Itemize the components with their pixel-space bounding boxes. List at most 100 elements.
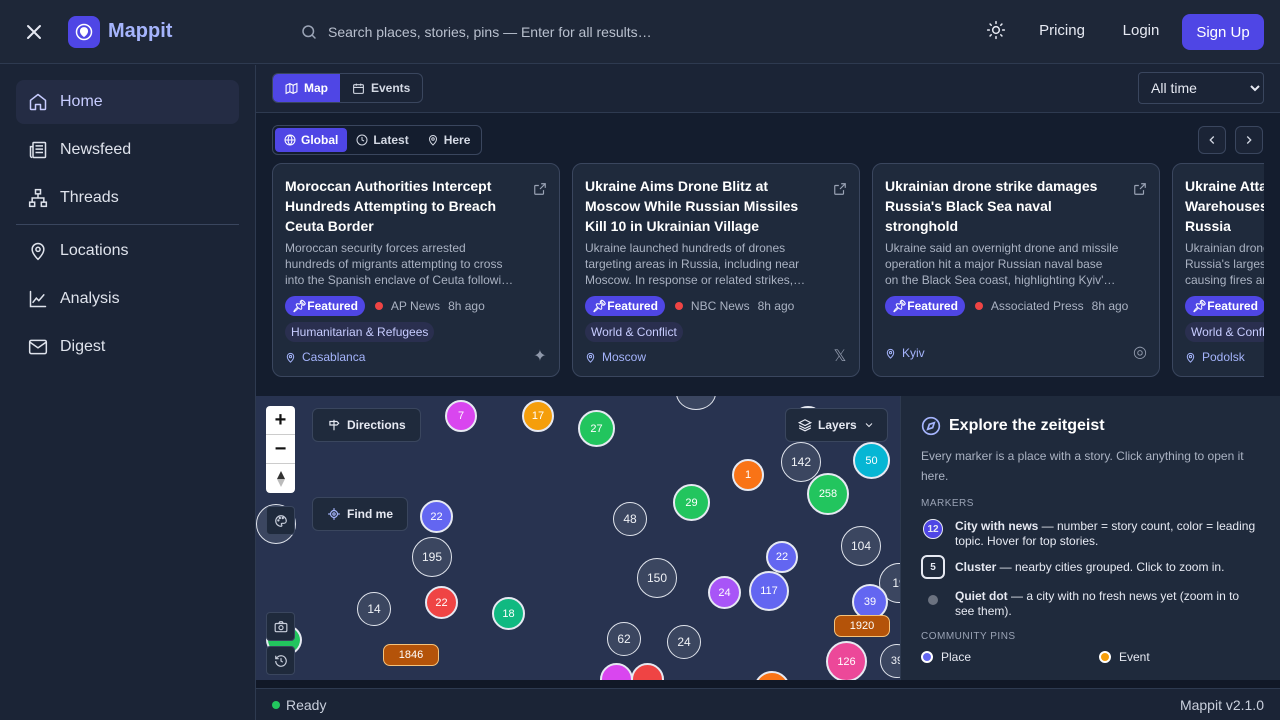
logo-icon[interactable] xyxy=(68,16,100,48)
news-carousel: Global Latest Here Moroccan Authorities … xyxy=(256,113,1280,396)
card-location[interactable]: Podolsk xyxy=(1185,350,1245,364)
scope-global[interactable]: Global xyxy=(275,128,348,152)
map-city-marker[interactable]: 27 xyxy=(578,410,615,447)
sidebar-item-threads[interactable]: Threads xyxy=(16,176,239,220)
map-city-marker[interactable]: 29 xyxy=(673,484,710,521)
card-location[interactable]: Moscow xyxy=(585,350,646,364)
compass-icon[interactable] xyxy=(266,464,295,493)
search-bar[interactable] xyxy=(300,20,820,44)
sidebar-item-analysis[interactable]: Analysis xyxy=(16,277,239,321)
map-city-marker[interactable]: 1 xyxy=(732,459,764,491)
map-cluster-marker[interactable]: 24 xyxy=(667,625,701,659)
topic-tag[interactable]: Humanitarian & Refugees xyxy=(285,322,435,342)
card-location[interactable]: Kyiv xyxy=(885,346,925,360)
pin-place: Place xyxy=(921,650,1099,664)
sparkle-icon: ✦ xyxy=(533,348,547,365)
topic-tag[interactable]: World & Confl xyxy=(1185,322,1264,342)
card-title[interactable]: Ukraine Attacks Warehouses on Russia xyxy=(1185,176,1264,236)
map-canvas[interactable]: 7 17 27 142 50 1 258 29 48 22 104 195 15… xyxy=(256,396,900,680)
globe-icon xyxy=(284,134,296,146)
directions-button[interactable]: Directions xyxy=(312,408,421,442)
external-link-icon[interactable] xyxy=(833,182,847,196)
zoom-out-button[interactable]: − xyxy=(266,435,295,464)
map-cluster-marker[interactable]: 104 xyxy=(841,526,881,566)
map-city-marker[interactable]: 50 xyxy=(853,442,890,479)
map-city-marker[interactable]: 22 xyxy=(425,586,458,619)
pricing-link[interactable]: Pricing xyxy=(1028,22,1096,39)
sun-icon[interactable] xyxy=(986,20,1010,44)
search-input[interactable] xyxy=(328,24,808,40)
map-city-marker[interactable]: 18 xyxy=(492,597,525,630)
find-me-button[interactable]: Find me xyxy=(312,497,409,531)
history-icon[interactable] xyxy=(266,646,295,675)
login-button[interactable]: Login xyxy=(1112,22,1170,39)
map-city-marker[interactable]: 117 xyxy=(749,571,789,611)
sidebar-item-home[interactable]: Home xyxy=(16,80,239,124)
map-city-marker[interactable]: 22 xyxy=(420,500,453,533)
card-location[interactable]: Casablanca xyxy=(285,350,365,364)
featured-badge: 📌︎ Featured xyxy=(1185,296,1264,316)
map-cluster-marker[interactable]: 195 xyxy=(412,537,452,577)
tab-map[interactable]: Map xyxy=(273,74,340,102)
status-text: Ready xyxy=(286,696,327,713)
map-city-marker[interactable]: 258 xyxy=(807,473,849,515)
palette-icon[interactable] xyxy=(266,506,295,535)
sidebar-item-label: Newsfeed xyxy=(60,141,132,158)
map-city-marker[interactable] xyxy=(600,663,633,680)
card-title[interactable]: Moroccan Authorities Intercept Hundreds … xyxy=(285,176,519,236)
map-city-marker[interactable]: 126 xyxy=(826,641,867,680)
clock-icon xyxy=(356,134,368,146)
legend-text: — nearby cities grouped. Click to zoom i… xyxy=(996,560,1225,574)
topic-tag[interactable]: World & Conflict xyxy=(585,322,683,342)
news-card[interactable]: Ukraine Attacks Warehouses on Russia Ukr… xyxy=(1172,163,1264,377)
carousel-next-button[interactable] xyxy=(1235,126,1263,154)
time-filter-select[interactable]: All time xyxy=(1138,72,1264,104)
news-card[interactable]: Ukrainian drone strike damages Russia's … xyxy=(872,163,1160,377)
card-meta: 📌︎ Featured AP News 8h ago xyxy=(285,296,547,316)
map-pin-icon xyxy=(28,241,48,261)
zoom-in-button[interactable]: + xyxy=(266,406,295,435)
map-event-pin[interactable]: 1920 xyxy=(834,615,890,637)
external-link-icon[interactable] xyxy=(1133,182,1147,196)
map-event-pin[interactable]: 1846 xyxy=(383,644,439,666)
map-city-marker[interactable]: 24 xyxy=(708,576,741,609)
tab-events[interactable]: Events xyxy=(340,74,422,102)
chevron-right-icon xyxy=(1246,136,1252,144)
card-time: 8h ago xyxy=(757,299,795,313)
map-cluster-marker[interactable] xyxy=(676,396,716,410)
layers-button[interactable]: Layers xyxy=(785,408,888,442)
map-cluster-marker[interactable]: 62 xyxy=(607,622,641,656)
map-city-marker[interactable]: 17 xyxy=(522,400,554,432)
chevron-down-icon xyxy=(865,423,873,428)
map-cluster-marker[interactable]: 39 xyxy=(880,644,900,678)
map-cluster-marker[interactable]: 48 xyxy=(613,502,647,536)
carousel-prev-button[interactable] xyxy=(1198,126,1226,154)
sidebar-item-digest[interactable]: Digest xyxy=(16,325,239,369)
sidebar-item-label: Home xyxy=(60,93,103,110)
card-title[interactable]: Ukrainian drone strike damages Russia's … xyxy=(885,176,1119,236)
card-title[interactable]: Ukraine Aims Drone Blitz at Moscow While… xyxy=(585,176,819,236)
map-city-marker[interactable]: 22 xyxy=(766,541,798,573)
scope-latest[interactable]: Latest xyxy=(347,128,417,152)
pin-icon: 📌︎ xyxy=(892,299,908,313)
news-card[interactable]: Moroccan Authorities Intercept Hundreds … xyxy=(272,163,560,377)
camera-icon[interactable] xyxy=(266,612,295,641)
card-source: AP News xyxy=(390,299,441,313)
brand-name[interactable]: Mappit xyxy=(108,20,172,43)
featured-badge: 📌︎ Featured xyxy=(885,296,965,316)
map-city-marker[interactable] xyxy=(631,663,664,680)
signup-button[interactable]: Sign Up xyxy=(1182,14,1264,50)
sidebar-item-locations[interactable]: Locations xyxy=(16,229,239,273)
location-label: Casablanca xyxy=(302,350,366,364)
close-icon[interactable] xyxy=(22,20,46,44)
x-logo-icon: 𝕏 xyxy=(833,348,847,365)
scope-here[interactable]: Here xyxy=(418,128,480,152)
external-link-icon[interactable] xyxy=(533,182,547,196)
map-cluster-marker[interactable]: 14 xyxy=(357,592,391,626)
sidebar-item-newsfeed[interactable]: Newsfeed xyxy=(16,128,239,172)
map-pin-icon xyxy=(428,135,437,146)
map-city-marker[interactable] xyxy=(754,671,790,680)
news-card[interactable]: Ukraine Aims Drone Blitz at Moscow While… xyxy=(572,163,860,377)
map-city-marker[interactable]: 7 xyxy=(445,400,477,432)
map-cluster-marker[interactable]: 150 xyxy=(637,558,677,598)
